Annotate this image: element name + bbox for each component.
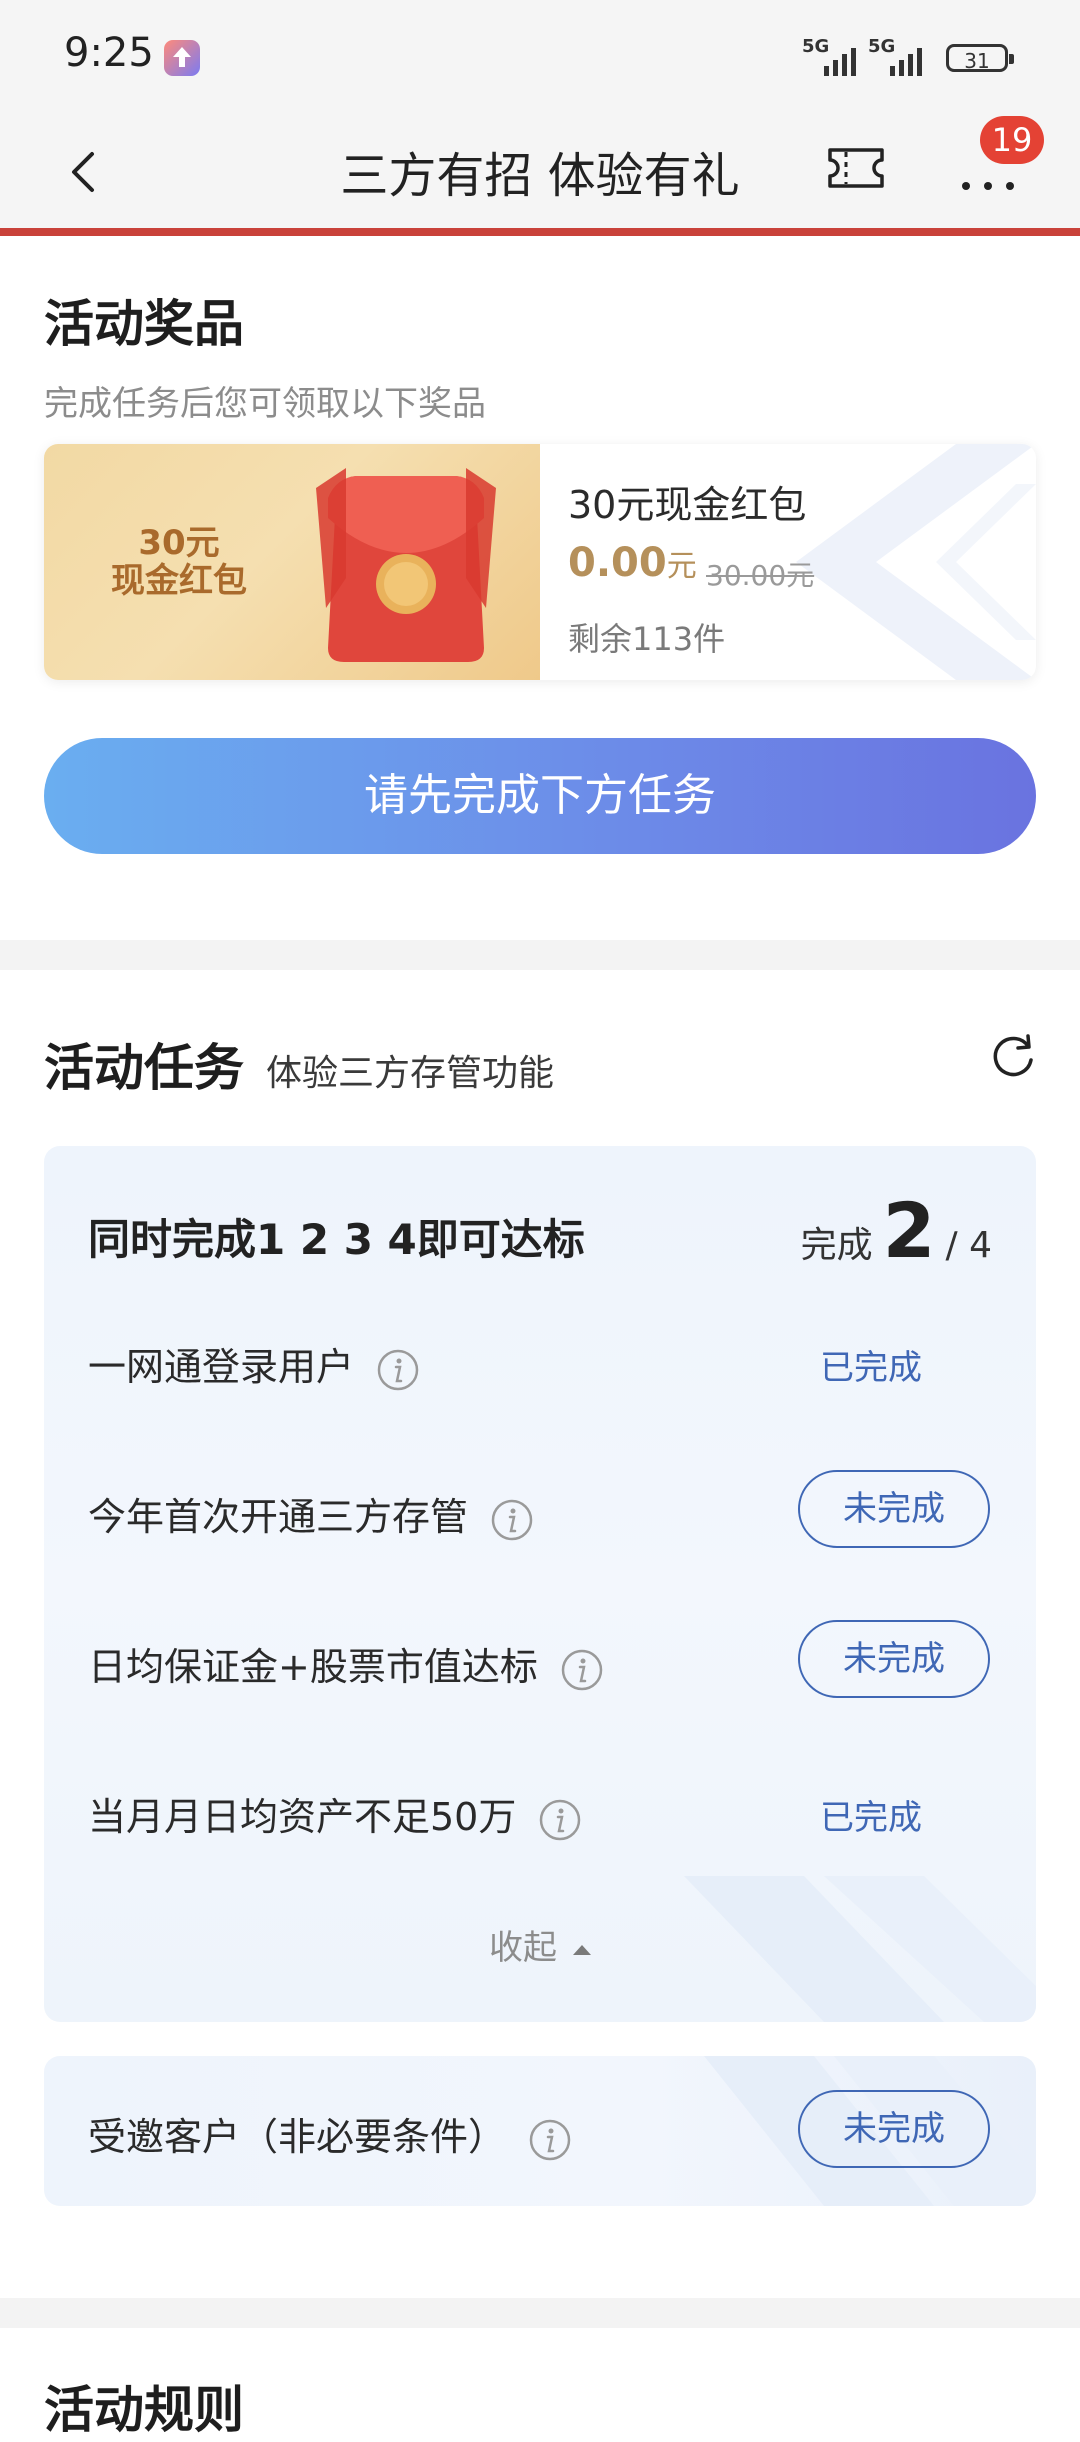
- task-group-panel: 同时完成1 2 3 4即可达标 完成 2/ 4 一网通登录用户 已完成 今年首次开…: [44, 1146, 1036, 2022]
- complete-tasks-button[interactable]: 请先完成下方任务: [44, 738, 1036, 854]
- nav-bar: 三方有招 体验有礼: [0, 116, 1080, 228]
- task-label-wrap: 受邀客户（非必要条件）: [88, 2106, 572, 2162]
- task-label: 当月月日均资产不足50万: [88, 1795, 517, 1839]
- prize-remaining: 剩余113件: [568, 620, 726, 658]
- info-icon[interactable]: [376, 1348, 420, 1392]
- page-title: 三方有招 体验有礼: [340, 148, 740, 204]
- task-row: 今年首次开通三方存管 未完成: [44, 1466, 1036, 1556]
- prize-original-price: 30.00元: [706, 559, 815, 592]
- task-group-title: 同时完成1 2 3 4即可达标: [88, 1215, 585, 1264]
- task-status-button[interactable]: 未完成: [798, 2090, 990, 2168]
- prize-card-decoration: [796, 444, 1036, 680]
- task-section-title: 活动任务: [44, 1039, 244, 1097]
- prize-image-text-line1: 30元: [138, 523, 220, 563]
- task-label: 今年首次开通三方存管: [88, 1495, 469, 1539]
- collapse-toggle[interactable]: 收起: [44, 1920, 1036, 1969]
- task-label-wrap: 一网通登录用户: [88, 1336, 420, 1392]
- signal-icon-2: 5G: [868, 36, 932, 76]
- battery-icon: 31: [946, 44, 1014, 73]
- task-label-wrap: 当月月日均资产不足50万: [88, 1786, 582, 1842]
- section-divider: [0, 2298, 1080, 2328]
- progress-total: / 4: [945, 1225, 992, 1266]
- task-label: 一网通登录用户: [88, 1345, 355, 1389]
- task-status-button[interactable]: 未完成: [798, 1470, 990, 1548]
- prize-price-value: 0.00: [568, 540, 667, 586]
- info-icon[interactable]: [538, 1798, 582, 1842]
- status-time: 9:25: [64, 30, 154, 76]
- progress-done: 2: [882, 1186, 936, 1275]
- info-icon[interactable]: [560, 1648, 604, 1692]
- info-icon[interactable]: [490, 1498, 534, 1542]
- section-divider: [0, 940, 1080, 970]
- app-notification-icon: [164, 40, 200, 76]
- prize-price: 0.00元: [568, 540, 697, 586]
- ticket-icon[interactable]: [826, 144, 886, 192]
- task-status-done: 已完成: [820, 1348, 922, 1388]
- prize-price-unit: 元: [666, 549, 697, 584]
- task-label-wrap: 今年首次开通三方存管: [88, 1486, 534, 1542]
- rules-section-title: 活动规则: [44, 2381, 244, 2439]
- notification-badge: 19: [980, 116, 1044, 164]
- task-status-button[interactable]: 未完成: [798, 1620, 990, 1698]
- task-section-subtitle: 体验三方存管功能: [266, 1053, 555, 1094]
- task-label: 受邀客户（非必要条件）: [88, 2115, 507, 2159]
- prize-image-text-line2: 现金红包: [111, 561, 247, 601]
- chevron-up-icon: [573, 1944, 591, 1955]
- task-row: 受邀客户（非必要条件） 未完成: [44, 2086, 1036, 2176]
- signal-icon-1: 5G: [802, 36, 866, 76]
- red-envelope-icon: [316, 468, 496, 662]
- task-progress: 完成 2/ 4: [801, 1186, 992, 1275]
- prize-section-title: 活动奖品: [44, 295, 244, 353]
- task-label-wrap: 日均保证金+股票市值达标: [88, 1636, 604, 1692]
- collapse-label: 收起: [489, 1928, 557, 1968]
- prize-image: 30元 现金红包: [44, 444, 540, 680]
- task-status-done: 已完成: [820, 1798, 922, 1838]
- prize-card[interactable]: 30元 现金红包 30元现金红包 0.00元 30.00元 剩余113件: [44, 444, 1036, 680]
- prize-name: 30元现金红包: [568, 483, 807, 527]
- status-bar: 9:25 5G 5G 31: [0, 0, 1080, 116]
- task-row: 当月月日均资产不足50万 已完成: [44, 1766, 1036, 1856]
- info-icon[interactable]: [528, 2118, 572, 2162]
- refresh-icon[interactable]: [988, 1032, 1038, 1082]
- task-row: 一网通登录用户 已完成: [44, 1316, 1036, 1406]
- progress-label: 完成: [800, 1225, 873, 1266]
- prize-section-subtitle: 完成任务后您可领取以下奖品: [44, 384, 486, 424]
- header-divider: [0, 228, 1080, 236]
- prize-image-text: 30元 现金红包: [84, 524, 274, 600]
- task-row: 日均保证金+股票市值达标 未完成: [44, 1616, 1036, 1706]
- task-label: 日均保证金+股票市值达标: [88, 1645, 538, 1689]
- optional-task-panel: 受邀客户（非必要条件） 未完成: [44, 2056, 1036, 2206]
